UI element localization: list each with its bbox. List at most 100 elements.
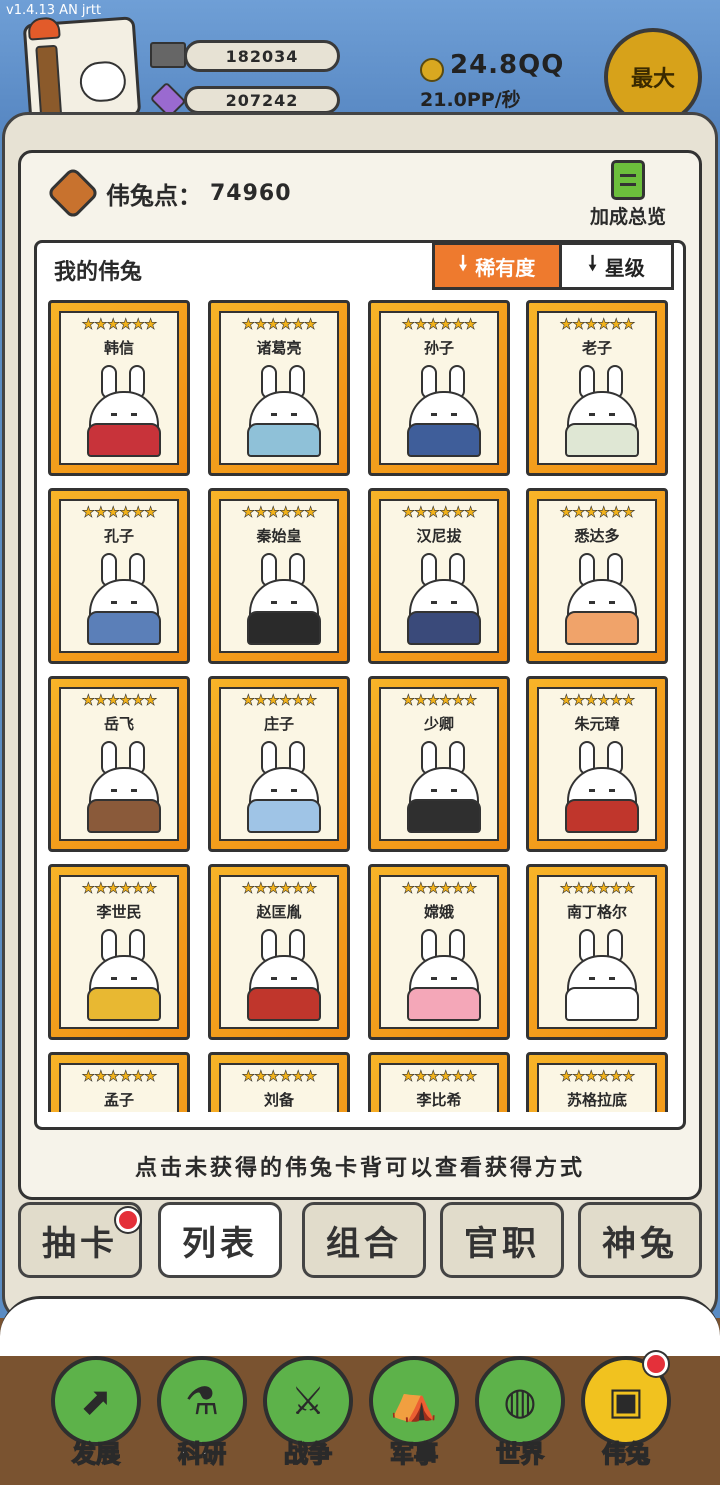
star-rating: ★★★★★★ xyxy=(241,315,317,333)
card-face: ★★★★★★ 嫦娥 xyxy=(379,875,499,1029)
sort-rarity-button[interactable]: 🠗 稀有度 xyxy=(435,245,559,287)
nav-item[interactable]: ⬈ 发展 xyxy=(50,1356,142,1469)
bunny-figure-icon xyxy=(243,553,325,645)
notification-dot xyxy=(644,1352,668,1376)
bunny-figure-icon xyxy=(83,741,165,833)
bunny-card[interactable]: ★★★★★★ 嫦娥 xyxy=(368,864,510,1040)
star-rating: ★★★★★★ xyxy=(401,691,477,709)
arrow-down-icon: 🠗 xyxy=(458,251,468,275)
military-bag-icon: ⛺ xyxy=(369,1356,459,1446)
arrow-down-icon: 🠗 xyxy=(588,251,597,275)
card-grid[interactable]: ★★★★★★ 韩信 ★★★★★★ 诸葛亮 ★★★★★★ 孙子 ★★★★★★ 老子 ★★★★★★ 孔… xyxy=(48,300,672,1112)
bunny-card[interactable]: ★★★★★★ 少卿 xyxy=(368,676,510,852)
hat-icon xyxy=(27,16,61,41)
gold-rate: 21.0PP/秒 xyxy=(420,89,521,111)
nav-label: 军事 xyxy=(389,1439,439,1469)
bunny-card[interactable]: ★★★★★★ 庄子 xyxy=(208,676,350,852)
tab-label: 列表 xyxy=(182,1223,258,1264)
nav-item[interactable]: ◍ 世界 xyxy=(474,1356,566,1469)
globe-icon: ◍ xyxy=(475,1356,565,1446)
card-name: 秦始皇 xyxy=(256,527,302,545)
bunny-figure-icon xyxy=(83,553,165,645)
star-rating: ★★★★★★ xyxy=(401,1067,477,1085)
bunny-card[interactable]: ★★★★★★ 孔子 xyxy=(48,488,190,664)
bonus-overview-label: 加成总览 xyxy=(589,206,666,228)
stone-counter: 182034 xyxy=(184,40,340,72)
star-rating: ★★★★★★ xyxy=(401,503,477,521)
card-face: ★★★★★★ 南丁格尔 xyxy=(537,875,657,1029)
tab-label: 官职 xyxy=(464,1223,540,1264)
bunny-face-icon xyxy=(78,60,128,104)
nav-item[interactable]: ⚗ 科研 xyxy=(156,1356,248,1469)
star-rating: ★★★★★★ xyxy=(81,1067,157,1085)
card-face: ★★★★★★ 苏格拉底 xyxy=(537,1063,657,1112)
bonus-overview-button[interactable]: 加成总览 xyxy=(578,160,678,229)
points-label: 伟兔点： xyxy=(106,181,202,210)
nav-item[interactable]: ⛺ 军事 xyxy=(368,1356,460,1469)
card-name: 诸葛亮 xyxy=(256,339,302,357)
star-rating: ★★★★★★ xyxy=(401,315,477,333)
star-rating: ★★★★★★ xyxy=(241,691,317,709)
bunny-figure-icon xyxy=(243,365,325,457)
star-rating: ★★★★★★ xyxy=(241,503,317,521)
card-name: 悉达多 xyxy=(574,527,620,545)
document-icon xyxy=(611,160,645,200)
bunny-card[interactable]: ★★★★★★ 悉达多 xyxy=(526,488,668,664)
sort-controls: 🠗 稀有度 🠗 星级 xyxy=(432,242,674,290)
bunny-figure-icon xyxy=(83,929,165,1021)
card-face: ★★★★★★ 诸葛亮 xyxy=(219,311,339,465)
bunny-card[interactable]: ★★★★★★ 苏格拉底 xyxy=(526,1052,668,1112)
star-rating: ★★★★★★ xyxy=(241,879,317,897)
tab-combo[interactable]: 组合 xyxy=(302,1202,426,1278)
crossed-swords-icon: ⚔ xyxy=(263,1356,353,1446)
card-face: ★★★★★★ 秦始皇 xyxy=(219,499,339,653)
flask-icon: ⚗ xyxy=(157,1356,247,1446)
tab-rank[interactable]: 官职 xyxy=(440,1202,564,1278)
coin-icon xyxy=(420,58,444,82)
bunny-card[interactable]: ★★★★★★ 李世民 xyxy=(48,864,190,1040)
sort-star-button[interactable]: 🠗 星级 xyxy=(559,245,671,287)
card-face: ★★★★★★ 朱元璋 xyxy=(537,687,657,841)
tab-label: 组合 xyxy=(326,1223,402,1264)
bunny-card[interactable]: ★★★★★★ 老子 xyxy=(526,300,668,476)
bunny-card[interactable]: ★★★★★★ 赵匡胤 xyxy=(208,864,350,1040)
bunny-figure-icon xyxy=(561,741,643,833)
tab-bar: 抽卡 列表 组合 官职 神兔 xyxy=(18,1202,702,1278)
bunny-card[interactable]: ★★★★★★ 朱元璋 xyxy=(526,676,668,852)
version-label: v1.4.13 AN jrtt xyxy=(6,3,102,18)
nav-label: 世界 xyxy=(495,1439,545,1469)
bunny-card[interactable]: ★★★★★★ 孟子 xyxy=(48,1052,190,1112)
tab-list[interactable]: 列表 xyxy=(158,1202,282,1278)
star-rating: ★★★★★★ xyxy=(401,879,477,897)
bunny-card[interactable]: ★★★★★★ 刘备 xyxy=(208,1052,350,1112)
bunny-figure-icon xyxy=(403,741,485,833)
bunny-figure-icon xyxy=(243,929,325,1021)
bunny-card[interactable]: ★★★★★★ 韩信 xyxy=(48,300,190,476)
nav-label: 战争 xyxy=(283,1439,333,1469)
star-rating: ★★★★★★ xyxy=(559,691,635,709)
hero-avatar[interactable] xyxy=(22,16,142,127)
hint-text: 点击未获得的伟兔卡背可以查看获得方式 xyxy=(134,1156,585,1181)
card-face: ★★★★★★ 悉达多 xyxy=(537,499,657,653)
tab-divine[interactable]: 神兔 xyxy=(578,1202,702,1278)
bunny-card[interactable]: ★★★★★★ 南丁格尔 xyxy=(526,864,668,1040)
bunny-card[interactable]: ★★★★★★ 汉尼拔 xyxy=(368,488,510,664)
star-rating: ★★★★★★ xyxy=(241,1067,317,1085)
card-name: 南丁格尔 xyxy=(566,903,627,921)
card-face: ★★★★★★ 汉尼拔 xyxy=(379,499,499,653)
bunny-card[interactable]: ★★★★★★ 孙子 xyxy=(368,300,510,476)
card-name: 老子 xyxy=(581,339,612,357)
card-name: 李世民 xyxy=(96,903,142,921)
bunny-card[interactable]: ★★★★★★ 李比希 xyxy=(368,1052,510,1112)
bunny-card[interactable]: ★★★★★★ 秦始皇 xyxy=(208,488,350,664)
nav-item[interactable]: ⚔ 战争 xyxy=(262,1356,354,1469)
bunny-card[interactable]: ★★★★★★ 岳飞 xyxy=(48,676,190,852)
card-name: 苏格拉底 xyxy=(566,1091,627,1109)
bunny-figure-icon xyxy=(403,365,485,457)
card-name: 孟子 xyxy=(103,1091,134,1109)
bunny-card[interactable]: ★★★★★★ 诸葛亮 xyxy=(208,300,350,476)
card-name: 赵匡胤 xyxy=(256,903,302,921)
card-name: 孙子 xyxy=(423,339,454,357)
card-face: ★★★★★★ 少卿 xyxy=(379,687,499,841)
bunny-figure-icon xyxy=(403,553,485,645)
